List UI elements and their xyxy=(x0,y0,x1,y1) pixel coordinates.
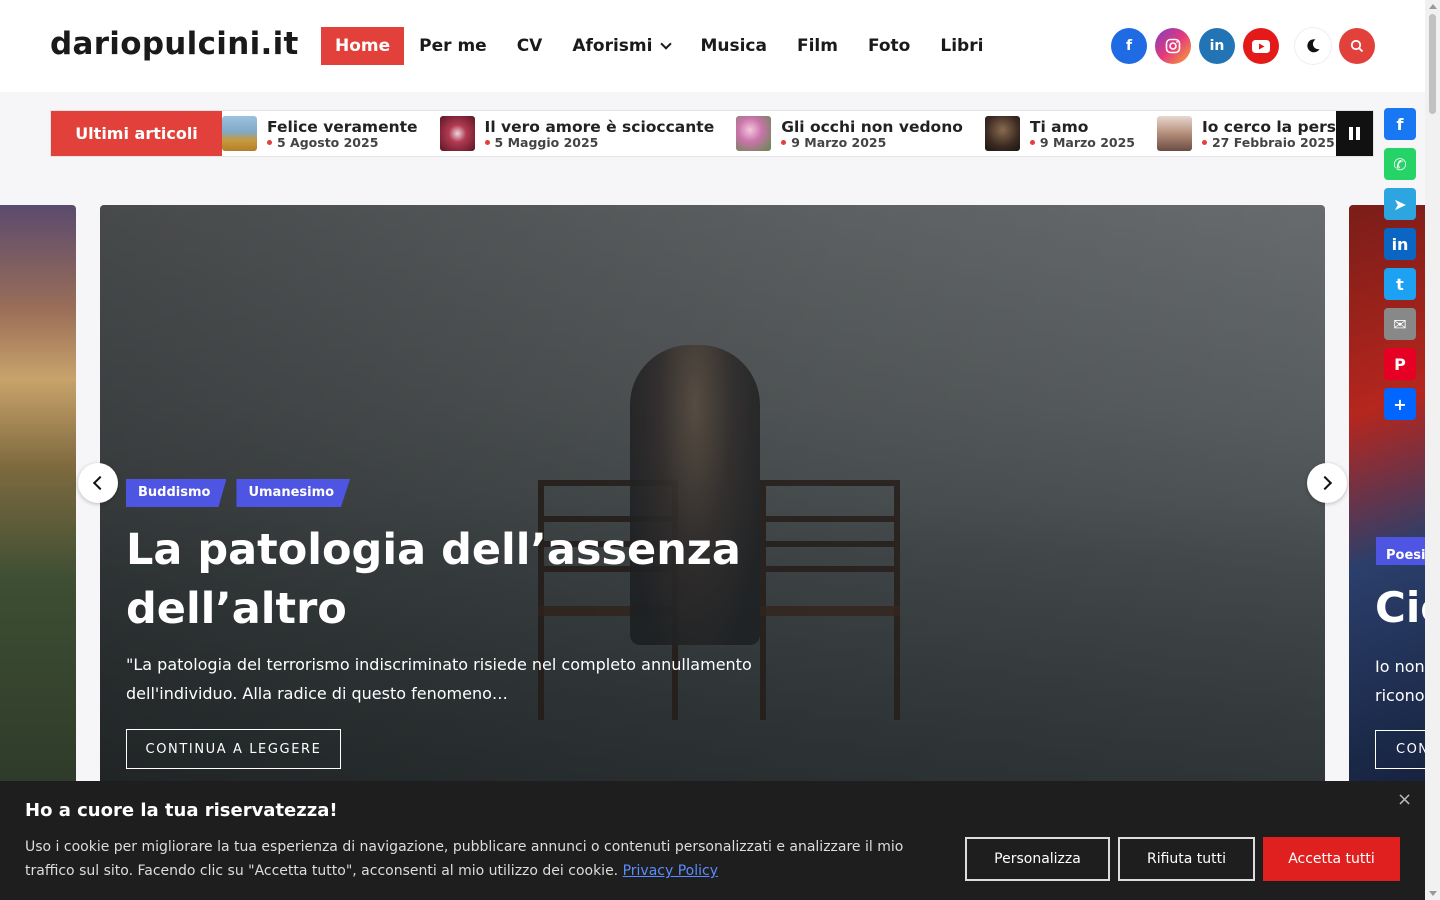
ticker-track: Felice veramente 5 Agosto 2025 Il vero am… xyxy=(222,111,1373,156)
share-bar: f ✆ ➤ in t ✉ P + xyxy=(1384,108,1418,420)
site-logo[interactable]: dariopulcini.it xyxy=(50,26,299,62)
slider-prev-button[interactable] xyxy=(78,463,118,503)
ticker-item-date: 9 Marzo 2025 xyxy=(781,134,963,150)
nav-item-label: Libri xyxy=(940,36,984,56)
nav-item-label: CV xyxy=(516,36,543,56)
nav-item-libri[interactable]: Libri xyxy=(925,27,998,65)
ticker-item-title: Gli occhi non vedono xyxy=(781,117,963,136)
article-thumbnail xyxy=(736,116,772,151)
page-scrollbar[interactable] xyxy=(1425,0,1440,900)
whatsapp-share-icon[interactable]: ✆ xyxy=(1384,148,1416,180)
pinterest-share-icon[interactable]: P xyxy=(1384,348,1416,380)
close-icon[interactable]: × xyxy=(1397,789,1412,810)
ticker-item[interactable]: Il vero amore è scioccante 5 Maggio 2025 xyxy=(439,116,715,151)
read-more-button[interactable]: CONTINUA A LEGGERE xyxy=(126,729,341,769)
telegram-share-icon[interactable]: ➤ xyxy=(1384,188,1416,220)
cookie-title: Ho a cuore la tua riservatezza! xyxy=(25,800,338,821)
previous-slide-peek[interactable] xyxy=(0,205,76,785)
category-tag-buddismo[interactable]: Buddismo xyxy=(126,479,227,507)
youtube-icon[interactable] xyxy=(1243,28,1279,64)
nav-item-film[interactable]: Film xyxy=(782,27,853,65)
article-thumbnail xyxy=(984,116,1020,151)
cookie-text: Uso i cookie per migliorare la tua esper… xyxy=(25,835,925,883)
chevron-right-icon xyxy=(1317,475,1333,491)
search-glyph xyxy=(1350,39,1364,53)
date-text: 9 Marzo 2025 xyxy=(791,134,887,150)
nav-item-label: Home xyxy=(335,36,391,56)
read-more-button[interactable]: CON xyxy=(1375,730,1429,769)
date-text: 9 Marzo 2025 xyxy=(1039,134,1135,150)
search-icon[interactable] xyxy=(1339,28,1375,64)
nav-item-per-me[interactable]: Per me xyxy=(404,27,502,65)
ticker-item[interactable]: Gli occhi non vedono 9 Marzo 2025 xyxy=(736,116,963,151)
instagram-icon[interactable] xyxy=(1155,28,1191,64)
customize-button[interactable]: Personalizza xyxy=(965,837,1110,881)
more-share-icon[interactable]: + xyxy=(1384,388,1416,420)
nav-item-musica[interactable]: Musica xyxy=(685,27,782,65)
nav-item-cv[interactable]: CV xyxy=(502,27,558,65)
excerpt-line: Io non xyxy=(1375,657,1425,676)
ticker-item-date: 5 Maggio 2025 xyxy=(484,134,715,150)
youtube-glyph xyxy=(1252,39,1270,53)
date-text: 5 Maggio 2025 xyxy=(494,134,599,150)
scroll-down-arrow-icon[interactable] xyxy=(1429,891,1437,896)
cookie-banner: Ho a cuore la tua riservatezza! Uso i co… xyxy=(0,781,1425,900)
privacy-policy-link[interactable]: Privacy Policy xyxy=(623,863,718,879)
facebook-icon[interactable]: f xyxy=(1111,28,1147,64)
site-header: dariopulcini.it Home Per me CV Aforismi … xyxy=(0,0,1425,92)
nav-item-aforismi[interactable]: Aforismi xyxy=(557,27,685,65)
pause-icon[interactable] xyxy=(1336,111,1373,156)
nav-item-label: Per me xyxy=(419,36,487,56)
twitter-share-icon[interactable]: t xyxy=(1384,268,1416,300)
moon-glyph xyxy=(1307,39,1320,53)
ticker-item-title: Il vero amore è scioccante xyxy=(484,117,715,136)
ticker-item-date: 9 Marzo 2025 xyxy=(1029,134,1135,150)
nav-item-label: Musica xyxy=(700,36,767,56)
slide-tags: Buddismo Umanesimo xyxy=(126,479,351,507)
slide-title[interactable]: Cio xyxy=(1375,583,1429,632)
latest-articles-ticker: Ultimi articoli Felice veramente 5 Agosto… xyxy=(50,110,1374,157)
nav-item-home[interactable]: Home xyxy=(321,27,405,65)
ticker-item[interactable]: Felice veramente 5 Agosto 2025 xyxy=(222,116,418,151)
nav-item-label: Aforismi xyxy=(572,36,653,56)
ticker-label: Ultimi articoli xyxy=(51,111,222,156)
scroll-up-arrow-icon[interactable] xyxy=(1429,4,1437,9)
scrollbar-thumb[interactable] xyxy=(1429,14,1436,114)
linkedin-icon[interactable]: in xyxy=(1199,28,1235,64)
ticker-item-title: Ti amo xyxy=(1029,117,1089,136)
social-links: f in xyxy=(1111,28,1279,64)
ticker-item-title: Felice veramente xyxy=(267,117,418,136)
chevron-down-icon xyxy=(660,37,673,50)
slide-excerpt: Io non ricono xyxy=(1375,652,1425,710)
ticker-item[interactable]: Ti amo 9 Marzo 2025 xyxy=(984,116,1135,151)
excerpt-line: ricono xyxy=(1375,686,1425,705)
date-text: 5 Agosto 2025 xyxy=(277,134,379,150)
facebook-share-icon[interactable]: f xyxy=(1384,108,1416,140)
slide-excerpt: "La patologia del terrorismo indiscrimin… xyxy=(126,655,752,703)
accept-all-button[interactable]: Accetta tutti xyxy=(1263,837,1400,881)
linkedin-share-icon[interactable]: in xyxy=(1384,228,1416,260)
reject-all-button[interactable]: Rifiuta tutti xyxy=(1118,837,1255,881)
ticker-item-date: 5 Agosto 2025 xyxy=(267,134,418,150)
featured-slide: Buddismo Umanesimo La patologia dell’ass… xyxy=(100,205,1325,785)
moon-icon[interactable] xyxy=(1295,28,1331,64)
chevron-left-icon xyxy=(92,475,108,491)
main-nav: Home Per me CV Aforismi Musica Film Foto… xyxy=(321,27,998,65)
slide-title[interactable]: La patologia dell’assenza dell’altro xyxy=(126,521,846,639)
cookie-body: Uso i cookie per migliorare la tua esper… xyxy=(25,839,904,879)
nav-item-label: Foto xyxy=(867,36,911,56)
date-text: 27 Febbraio 2025 xyxy=(1211,134,1335,150)
article-thumbnail xyxy=(1156,116,1192,151)
article-thumbnail xyxy=(222,116,257,151)
email-share-icon[interactable]: ✉ xyxy=(1384,308,1416,340)
article-thumbnail xyxy=(439,116,475,151)
category-tag[interactable]: Poesi xyxy=(1376,537,1429,565)
category-tag-umanesimo[interactable]: Umanesimo xyxy=(236,479,351,507)
instagram-glyph xyxy=(1165,38,1181,54)
nav-item-foto[interactable]: Foto xyxy=(853,27,925,65)
nav-item-label: Film xyxy=(796,36,838,56)
slider-next-button[interactable] xyxy=(1307,463,1347,503)
